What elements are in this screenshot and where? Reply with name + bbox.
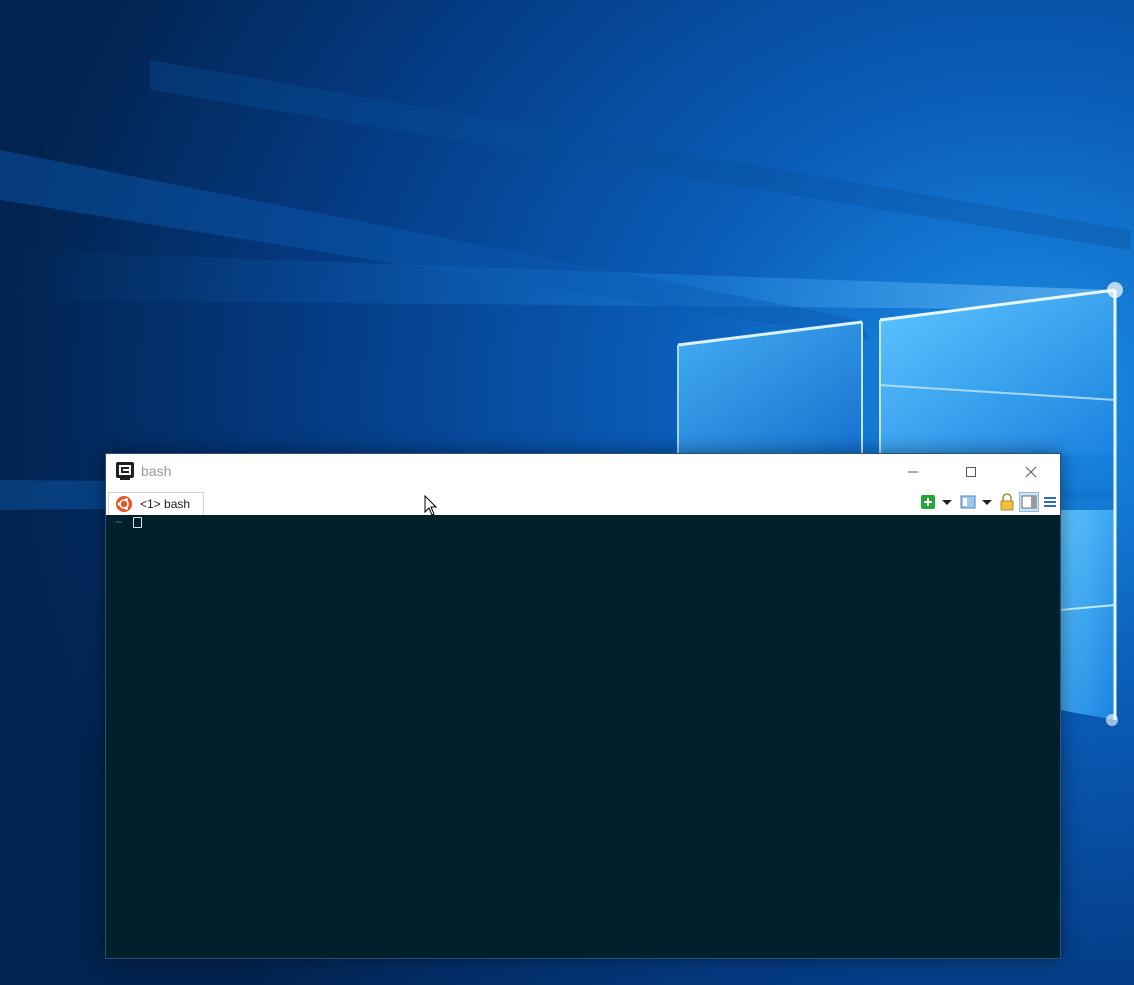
maximize-icon xyxy=(966,467,976,477)
minimize-icon xyxy=(908,471,918,473)
tab-bash[interactable]: <1> bash xyxy=(108,492,204,515)
terminal-window[interactable]: bash <1> bash ~ xyxy=(105,453,1061,959)
new-console-dropdown-icon[interactable] xyxy=(941,493,953,511)
text-cursor xyxy=(133,517,142,528)
desktop: bash <1> bash ~ xyxy=(0,0,1134,985)
title-bar[interactable]: bash xyxy=(106,454,1060,490)
tab-label: <1> bash xyxy=(140,497,191,511)
conemu-icon xyxy=(116,462,134,480)
minimize-button[interactable] xyxy=(884,454,942,490)
tab-bar: <1> bash xyxy=(106,490,1060,515)
close-icon xyxy=(1025,466,1037,478)
menu-icon[interactable] xyxy=(1043,493,1057,511)
terminal-prompt: ~ xyxy=(115,515,123,529)
split-layout-icon[interactable] xyxy=(960,493,976,511)
window-title: bash xyxy=(141,463,172,479)
terminal-area[interactable]: ~ xyxy=(106,515,1060,958)
panel-toggle-button[interactable] xyxy=(1019,492,1039,512)
new-console-icon[interactable] xyxy=(920,493,936,511)
split-layout-dropdown-icon[interactable] xyxy=(981,493,993,511)
lock-icon[interactable] xyxy=(999,493,1015,511)
panel-toggle-icon xyxy=(1021,495,1037,509)
mouse-pointer-icon xyxy=(424,495,438,516)
close-button[interactable] xyxy=(1002,454,1060,490)
ubuntu-icon xyxy=(116,496,132,512)
maximize-button[interactable] xyxy=(942,454,1000,490)
